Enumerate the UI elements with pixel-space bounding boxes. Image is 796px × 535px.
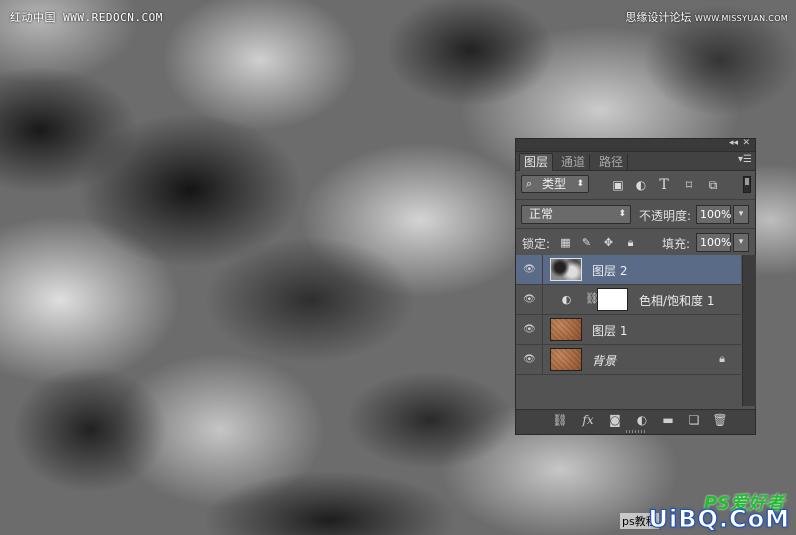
opacity-dropdown-button[interactable]: ▾ [733, 205, 749, 224]
fill-label: 填充: [662, 237, 691, 251]
layer-name[interactable]: 色相/饱和度 1 [639, 292, 715, 309]
blend-mode-value: 正常 [529, 207, 554, 221]
layer-row[interactable]: 👁︎ 图层 1 [516, 315, 741, 345]
layers-scrollbar[interactable] [742, 255, 756, 406]
eye-icon[interactable]: 👁︎ [523, 325, 537, 335]
layer-thumbnail [550, 318, 582, 341]
layer-name[interactable]: 背景 [592, 352, 616, 369]
tab-layers[interactable]: 图层 [519, 153, 554, 171]
layer-row[interactable]: 👁︎ 图层 2 [516, 255, 741, 285]
separator [542, 345, 543, 374]
chevron-updown-icon: ⬍ [576, 179, 584, 189]
layer-thumbnail [550, 348, 582, 371]
watermark-missyuan: 思缘设计论坛 WWW.MISSYUAN.COM [625, 9, 788, 25]
blend-row: 正常 ⬍ 不透明度: 100% ▾ [516, 200, 755, 229]
blend-mode-select[interactable]: 正常 ⬍ [521, 205, 631, 224]
fill-dropdown-button[interactable]: ▾ [733, 233, 749, 252]
separator [542, 285, 543, 314]
image-filter-icon[interactable]: ▣ [611, 178, 625, 192]
opacity-label: 不透明度: [639, 209, 692, 223]
filter-kind-select[interactable]: ⌕ 类型 ⬍ [521, 175, 589, 193]
lock-label: 锁定: [522, 237, 551, 251]
opacity-input[interactable]: 100% [696, 205, 731, 224]
layer-style-icon[interactable]: fx [579, 413, 597, 427]
shape-filter-icon[interactable]: ⌑ [682, 178, 696, 192]
delete-layer-icon[interactable]: 🗑︎ [711, 413, 729, 427]
watermark-uibq: ps教程 PS爱好者 UiBQ.CoM [620, 493, 790, 534]
search-icon: ⌕ [526, 177, 533, 190]
panel-footer: ⛓︎ fx ◙ ◐ ▬ ❏ 🗑︎ [516, 409, 755, 434]
chevron-updown-icon: ⬍ [618, 209, 626, 219]
close-panel-icon[interactable]: ✕ [742, 138, 750, 148]
collapse-panel-icon[interactable]: ◂◂ [729, 138, 738, 148]
tab-paths[interactable]: 路径 [595, 154, 629, 170]
adjustment-layer-icon: ◐ [561, 293, 572, 306]
smart-object-filter-icon[interactable]: ⧉ [706, 178, 720, 192]
filter-kind-label: 类型 [542, 177, 567, 191]
new-adjustment-layer-icon[interactable]: ◐ [633, 413, 651, 427]
tab-channels[interactable]: 通道 [557, 154, 591, 170]
separator [542, 255, 543, 284]
separator [542, 315, 543, 344]
watermark-redocn: 红动中国 WWW.REDOCN.COM [10, 11, 163, 24]
fill-input[interactable]: 100% [696, 233, 731, 252]
add-mask-icon[interactable]: ◙ [606, 413, 624, 427]
layer-row[interactable]: 👁︎ ◐ ⛓︎ 色相/饱和度 1 [516, 285, 741, 315]
lock-all-icon[interactable]: 🔒︎ [624, 236, 637, 249]
layer-mask-thumbnail[interactable] [597, 288, 628, 311]
lock-position-icon[interactable]: ✥ [602, 236, 615, 249]
layer-name[interactable]: 图层 2 [592, 262, 627, 279]
watermark-uibq-logo: UiBQ.CoM [648, 505, 790, 534]
panel-titlebar[interactable]: ◂◂ ✕ [516, 138, 755, 152]
canvas-clouds: 红动中国 WWW.REDOCN.COM 思缘设计论坛 WWW.MISSYUAN.… [0, 0, 796, 535]
filter-row: ⌕ 类型 ⬍ ▣ ◐ T ⌑ ⧉ [516, 171, 755, 200]
adjustment-filter-icon[interactable]: ◐ [634, 178, 648, 192]
lock-transparent-pixels-icon[interactable]: ▦ [559, 236, 572, 249]
panel-menu-icon[interactable]: ▾☰ [738, 154, 752, 165]
layers-panel: ◂◂ ✕ 图层 通道 路径 ▾☰ ⌕ 类型 ⬍ ▣ ◐ T ⌑ ⧉ 正常 ⬍ 不… [515, 138, 756, 435]
new-group-icon[interactable]: ▬ [659, 413, 677, 427]
filter-toggle-switch[interactable] [743, 176, 751, 193]
layers-list: 👁︎ 图层 2 👁︎ ◐ ⛓︎ 色相/饱和度 1 👁︎ 图层 1 👁︎ 背景 🔒… [516, 255, 741, 406]
new-layer-icon[interactable]: ❏ [685, 413, 703, 427]
watermark-missyuan-url: WWW.MISSYUAN.COM [694, 14, 788, 23]
lock-image-pixels-icon[interactable]: ✎ [580, 236, 593, 249]
lock-row: 锁定: ▦ ✎ ✥ 🔒︎ 填充: 100% ▾ [516, 229, 755, 258]
link-layers-icon[interactable]: ⛓︎ [551, 413, 569, 427]
layer-thumbnail [550, 258, 582, 281]
layer-row[interactable]: 👁︎ 背景 🔒︎ [516, 345, 741, 375]
resize-grip[interactable] [626, 430, 646, 433]
layer-name[interactable]: 图层 1 [592, 322, 627, 339]
lock-icon: 🔒︎ [719, 352, 725, 365]
watermark-missyuan-cn: 思缘设计论坛 [625, 11, 692, 24]
eye-icon[interactable]: 👁︎ [523, 295, 537, 305]
panel-tabs: 图层 通道 路径 ▾☰ [516, 152, 755, 171]
type-filter-icon[interactable]: T [657, 178, 671, 192]
eye-icon[interactable]: 👁︎ [523, 355, 537, 365]
eye-icon[interactable]: 👁︎ [523, 265, 537, 275]
